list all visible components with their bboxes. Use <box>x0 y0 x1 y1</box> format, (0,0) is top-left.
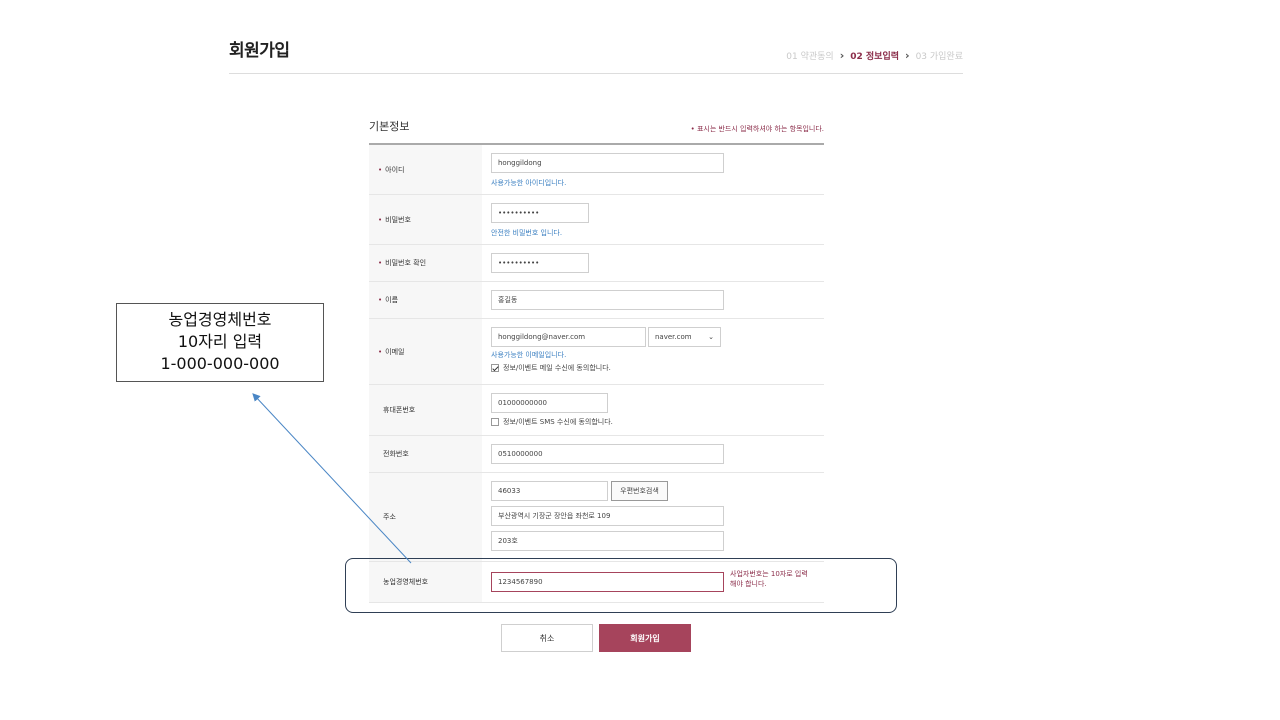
callout-line3: 1-000-000-000 <box>160 354 280 373</box>
required-mark: • <box>378 215 383 224</box>
phone-input[interactable]: 0510000000 <box>491 444 724 464</box>
password-confirm-input[interactable]: •••••••••• <box>491 253 589 273</box>
label-password: • 비밀번호 <box>369 195 482 244</box>
email-hint: 사용가능한 이메일입니다. <box>491 351 567 359</box>
label-address: 주소 <box>369 473 482 561</box>
row-password: • 비밀번호 •••••••••• 안전한 비밀번호 입니다. <box>369 195 824 245</box>
sms-consent-label: 정보/이벤트 SMS 수신에 동의합니다. <box>503 418 613 426</box>
step-3: 03 가입완료 <box>915 52 963 62</box>
step-indicator: 01 약관동의 › 02 정보입력 › 03 가입완료 <box>786 49 963 62</box>
farm-id-highlight-box <box>345 558 897 613</box>
annotation-callout: 농업경영체번호 10자리 입력 1-000-000-000 <box>116 303 324 382</box>
zip-search-button[interactable]: 우편번호검색 <box>611 481 668 501</box>
email-consent-checkbox[interactable] <box>491 364 499 372</box>
sms-consent-checkbox[interactable] <box>491 418 499 426</box>
chevron-right-icon: › <box>839 49 845 62</box>
row-mobile: 휴대폰번호 01000000000 정보/이벤트 SMS 수신에 동의합니다. <box>369 385 824 436</box>
row-name: • 이름 홍길동 <box>369 282 824 319</box>
email-consent-label: 정보/이벤트 메일 수신에 동의합니다. <box>503 364 611 372</box>
sms-consent[interactable]: 정보/이벤트 SMS 수신에 동의합니다. <box>491 417 824 427</box>
row-id: • 아이디 honggildong 사용가능한 아이디입니다. <box>369 145 824 195</box>
row-email: • 이메일 honggildong@naver.com naver.com ⌄ 사… <box>369 319 824 385</box>
label-password-confirm: • 비밀번호 확인 <box>369 245 482 281</box>
address-line2-input[interactable]: 203호 <box>491 531 724 551</box>
chevron-down-icon: ⌄ <box>708 333 714 341</box>
cancel-button[interactable]: 취소 <box>501 624 593 652</box>
address-line1-input[interactable]: 부산광역시 기장군 장안읍 좌천로 109 <box>491 506 724 526</box>
callout-line2: 10자리 입력 <box>177 332 263 351</box>
section-title: 기본정보 <box>369 120 410 133</box>
submit-button[interactable]: 회원가입 <box>599 624 691 652</box>
required-note: • 표시는 반드시 입력하셔야 하는 항목입니다. <box>690 125 824 133</box>
row-password-confirm: • 비밀번호 확인 •••••••••• <box>369 245 824 282</box>
required-mark: • <box>378 347 383 356</box>
callout-line1: 농업경영체번호 <box>168 310 272 329</box>
label-name: • 이름 <box>369 282 482 318</box>
label-email: • 이메일 <box>369 319 482 384</box>
required-mark: • <box>378 259 383 267</box>
password-input[interactable]: •••••••••• <box>491 203 589 223</box>
page-title: 회원가입 <box>229 41 290 61</box>
password-hint: 안전한 비밀번호 입니다. <box>491 229 563 237</box>
zip-input[interactable]: 46033 <box>491 481 608 501</box>
required-mark: • <box>378 165 383 174</box>
name-input[interactable]: 홍길동 <box>491 290 724 310</box>
email-domain-select[interactable]: naver.com ⌄ <box>648 327 721 347</box>
row-address: 주소 46033 우편번호검색 부산광역시 기장군 장안읍 좌천로 109 20… <box>369 473 824 562</box>
id-hint: 사용가능한 아이디입니다. <box>491 179 567 187</box>
id-input[interactable]: honggildong <box>491 153 724 173</box>
required-mark: • <box>378 296 383 304</box>
chevron-right-icon: › <box>905 49 910 62</box>
label-id: • 아이디 <box>369 145 482 194</box>
email-domain-value: naver.com <box>655 333 692 341</box>
email-input[interactable]: honggildong@naver.com <box>491 327 646 347</box>
label-phone: 전화번호 <box>369 436 482 472</box>
title-divider <box>229 73 963 74</box>
row-phone: 전화번호 0510000000 <box>369 436 824 473</box>
mobile-input[interactable]: 01000000000 <box>491 393 608 413</box>
step-1: 01 약관동의 <box>786 52 834 62</box>
email-consent[interactable]: 정보/이벤트 메일 수신에 동의합니다. <box>491 363 824 373</box>
step-2: 02 정보입력 <box>850 52 900 62</box>
label-mobile: 휴대폰번호 <box>369 385 482 435</box>
signup-form: • 아이디 honggildong 사용가능한 아이디입니다. • 비밀번호 •••… <box>369 143 824 603</box>
